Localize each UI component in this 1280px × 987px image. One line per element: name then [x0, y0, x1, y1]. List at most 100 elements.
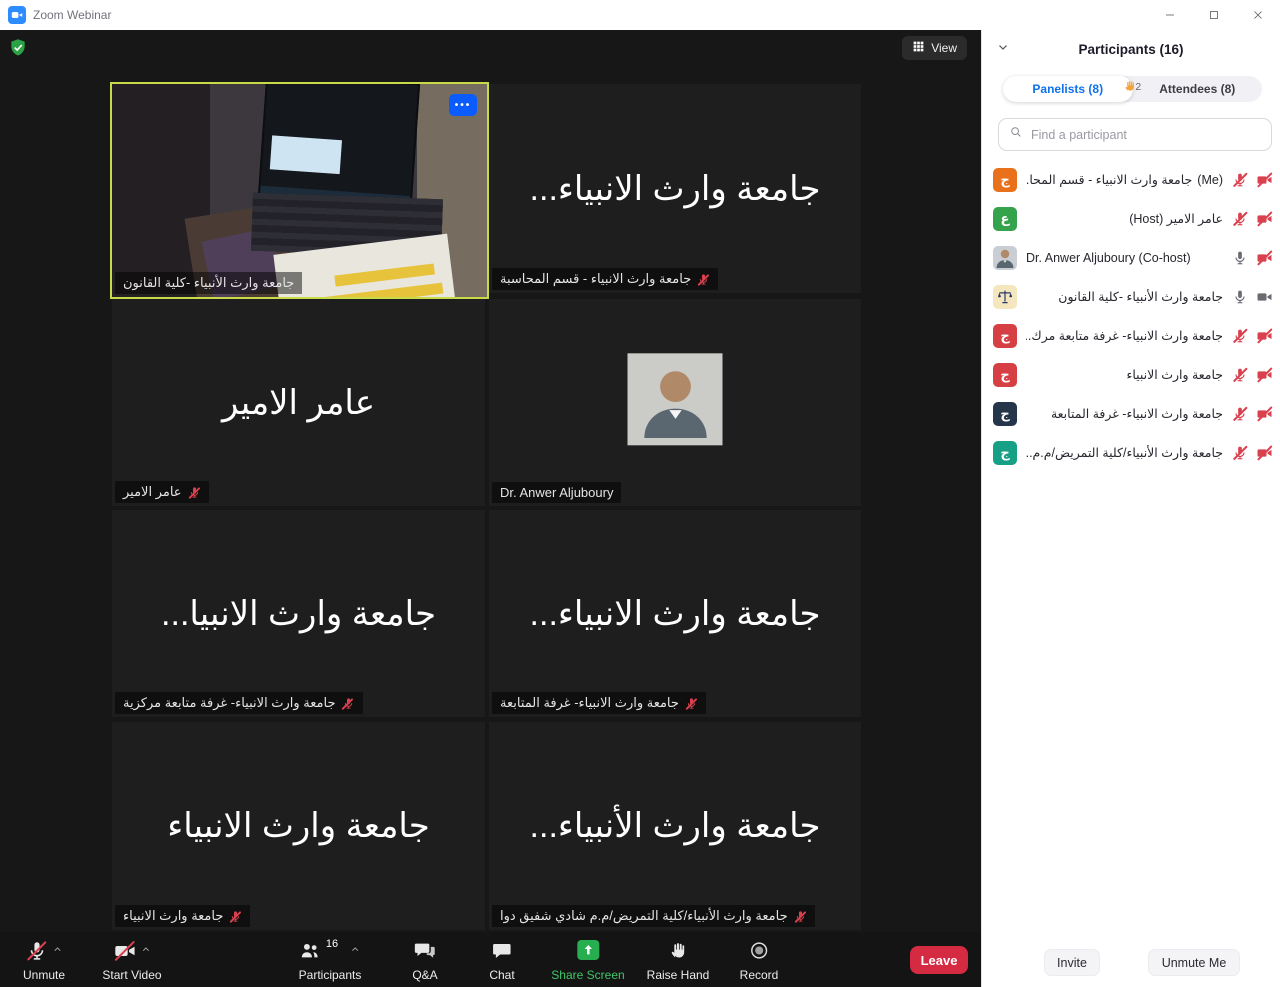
tab-panelists[interactable]: Panelists (8): [1003, 76, 1133, 102]
more-options-icon[interactable]: •••: [449, 94, 477, 116]
close-button[interactable]: [1236, 0, 1280, 30]
video-tile[interactable]: عامر الامير عامر الامير: [112, 299, 485, 506]
video-grid-area: View ••• جامعة وارث الأنبياء -كلية القان…: [0, 30, 981, 987]
audio-options-chevron-icon[interactable]: [52, 944, 63, 958]
tile-name-label: عامر الامير: [123, 484, 182, 500]
participants-button[interactable]: 16 Participants: [299, 940, 362, 982]
tile-display-name: جامعة وارث الانبياء...: [489, 510, 861, 717]
title-bar: Zoom Webinar: [0, 0, 1280, 31]
mic-status-icon: [1232, 445, 1248, 461]
participant-row[interactable]: ج جامعة وارث الانبياء - قسم المحا... (Me): [982, 160, 1280, 199]
participant-list: ج جامعة وارث الانبياء - قسم المحا... (Me)…: [982, 160, 1280, 472]
camera-status-icon: [1256, 367, 1273, 383]
muted-mic-icon: [229, 910, 242, 923]
muted-mic-icon: [794, 910, 807, 923]
camera-off-icon: [113, 940, 136, 962]
video-tile[interactable]: ••• جامعة وارث الأنبياء -كلية القانون: [110, 82, 489, 299]
avatar: ع: [993, 207, 1017, 231]
participants-options-chevron-icon[interactable]: [350, 944, 361, 958]
avatar: ج: [993, 168, 1017, 192]
search-input[interactable]: [1029, 127, 1261, 143]
muted-mic-icon: [685, 697, 698, 710]
participant-name: جامعة وارث الأنبياء/كلية التمريض/م.م...: [1026, 445, 1223, 460]
video-tile[interactable]: جامعة وارث الأنبياء... جامعة وارث الأنبي…: [489, 722, 861, 930]
participant-row[interactable]: Dr. Anwer Aljuboury (Co-host): [982, 238, 1280, 277]
chat-button[interactable]: Chat: [489, 940, 514, 982]
zoom-webinar-window: Zoom Webinar View ••• جامعة وارث الأنبيا: [0, 0, 1280, 987]
video-options-chevron-icon[interactable]: [140, 944, 151, 958]
unmute-label: Unmute: [23, 968, 65, 982]
camera-status-icon: [1256, 445, 1273, 461]
grid-view-icon: [912, 40, 925, 56]
record-button[interactable]: Record: [740, 940, 779, 982]
video-tile[interactable]: جامعة وارث الانبياء... جامعة وارث الانبي…: [489, 510, 861, 717]
participant-name: عامر الامير (Host): [1129, 211, 1223, 226]
tile-name-label: جامعة وارث الانبياء- غرفة متابعة مركزية: [123, 695, 336, 711]
tile-name-label: Dr. Anwer Aljuboury: [500, 485, 613, 500]
participant-row[interactable]: ج جامعة وارث الانبياء: [982, 355, 1280, 394]
mic-status-icon: [1232, 406, 1248, 422]
participant-name: جامعة وارث الأنبياء -كلية القانون: [1058, 289, 1223, 304]
participant-name: جامعة وارث الانبياء- غرفة المتابعة: [1051, 406, 1223, 421]
muted-mic-icon: [342, 697, 355, 710]
participant-row[interactable]: ج جامعة وارث الأنبياء/كلية التمريض/م.م..…: [982, 433, 1280, 472]
participant-row[interactable]: ج جامعة وارث الانبياء- غرفة المتابعة: [982, 394, 1280, 433]
video-tile[interactable]: جامعة وارث الانبيا... جامعة وارث الانبيا…: [112, 510, 485, 717]
unmute-button[interactable]: Unmute: [23, 940, 65, 982]
view-button[interactable]: View: [902, 36, 967, 60]
tab-attendees[interactable]: Attendees (8): [1133, 76, 1263, 102]
search-icon: [1009, 125, 1023, 144]
camera-status-icon: [1256, 406, 1273, 422]
participant-name: جامعة وارث الانبياء: [1126, 367, 1223, 382]
collapse-panel-chevron-icon[interactable]: [996, 40, 1010, 59]
camera-status-icon: [1256, 328, 1273, 344]
qa-button[interactable]: Q&A: [412, 940, 437, 982]
qa-icon: [414, 940, 437, 962]
tile-name-label: جامعة وارث الانبياء - قسم المحاسبة: [500, 271, 691, 287]
video-tile[interactable]: جامعة وارث الانبياء... جامعة وارث الانبي…: [489, 84, 861, 293]
qa-label: Q&A: [412, 968, 437, 982]
raise-hand-button[interactable]: Raise Hand: [647, 940, 710, 982]
video-tile[interactable]: جامعة وارث الانبياء جامعة وارث الانبياء: [112, 722, 485, 930]
tile-display-name: جامعة وارث الانبيا...: [112, 510, 485, 717]
participant-row[interactable]: ج جامعة وارث الانبياء- غرفة متابعة مرك..…: [982, 316, 1280, 355]
panel-footer: Invite Unmute Me: [982, 949, 1280, 977]
start-video-button[interactable]: Start Video: [102, 940, 161, 982]
me-tag: (Me): [1197, 173, 1223, 187]
unmute-me-button[interactable]: Unmute Me: [1148, 949, 1240, 976]
camera-status-icon: [1256, 172, 1273, 188]
avatar: ج: [993, 441, 1017, 465]
share-screen-icon: [577, 940, 599, 960]
chat-icon: [491, 940, 512, 961]
maximize-button[interactable]: [1192, 0, 1236, 30]
avatar: ج: [993, 324, 1017, 348]
mic-status-icon: [1232, 211, 1248, 227]
security-shield-icon[interactable]: [8, 38, 28, 58]
window-title: Zoom Webinar: [33, 8, 111, 22]
avatar-photo: [993, 246, 1017, 270]
share-screen-button[interactable]: Share Screen: [551, 940, 624, 982]
mic-status-icon: [1232, 289, 1248, 305]
participant-name: جامعة وارث الانبياء - قسم المحا...: [1026, 172, 1192, 187]
raise-hand-icon: [667, 940, 688, 961]
profile-photo: [628, 353, 723, 445]
participant-row[interactable]: ع عامر الامير (Host): [982, 199, 1280, 238]
video-tile[interactable]: Dr. Anwer Aljuboury: [489, 299, 861, 506]
participants-icon: [299, 940, 321, 962]
invite-button[interactable]: Invite: [1044, 949, 1100, 976]
tile-display-name: جامعة وارث الانبياء...: [489, 84, 861, 293]
participants-panel: Participants (16) Panelists (8) 2 Attend…: [981, 30, 1280, 987]
tile-name-label: جامعة وارث الأنبياء/كلية التمريض/م.م شاد…: [500, 908, 788, 924]
participant-row[interactable]: جامعة وارث الأنبياء -كلية القانون: [982, 277, 1280, 316]
start-video-label: Start Video: [102, 968, 161, 982]
minimize-button[interactable]: [1148, 0, 1192, 30]
record-icon: [749, 940, 770, 961]
muted-mic-icon: [188, 486, 201, 499]
leave-button[interactable]: Leave: [910, 946, 968, 974]
view-button-label: View: [931, 41, 957, 55]
participant-name: Dr. Anwer Aljuboury (Co-host): [1026, 251, 1191, 265]
participants-panel-title: Participants (16): [1078, 42, 1183, 57]
raised-hands-badge: 2: [1122, 79, 1141, 93]
tile-display-name: جامعة وارث الأنبياء...: [489, 722, 861, 930]
mic-muted-icon: [26, 940, 48, 962]
